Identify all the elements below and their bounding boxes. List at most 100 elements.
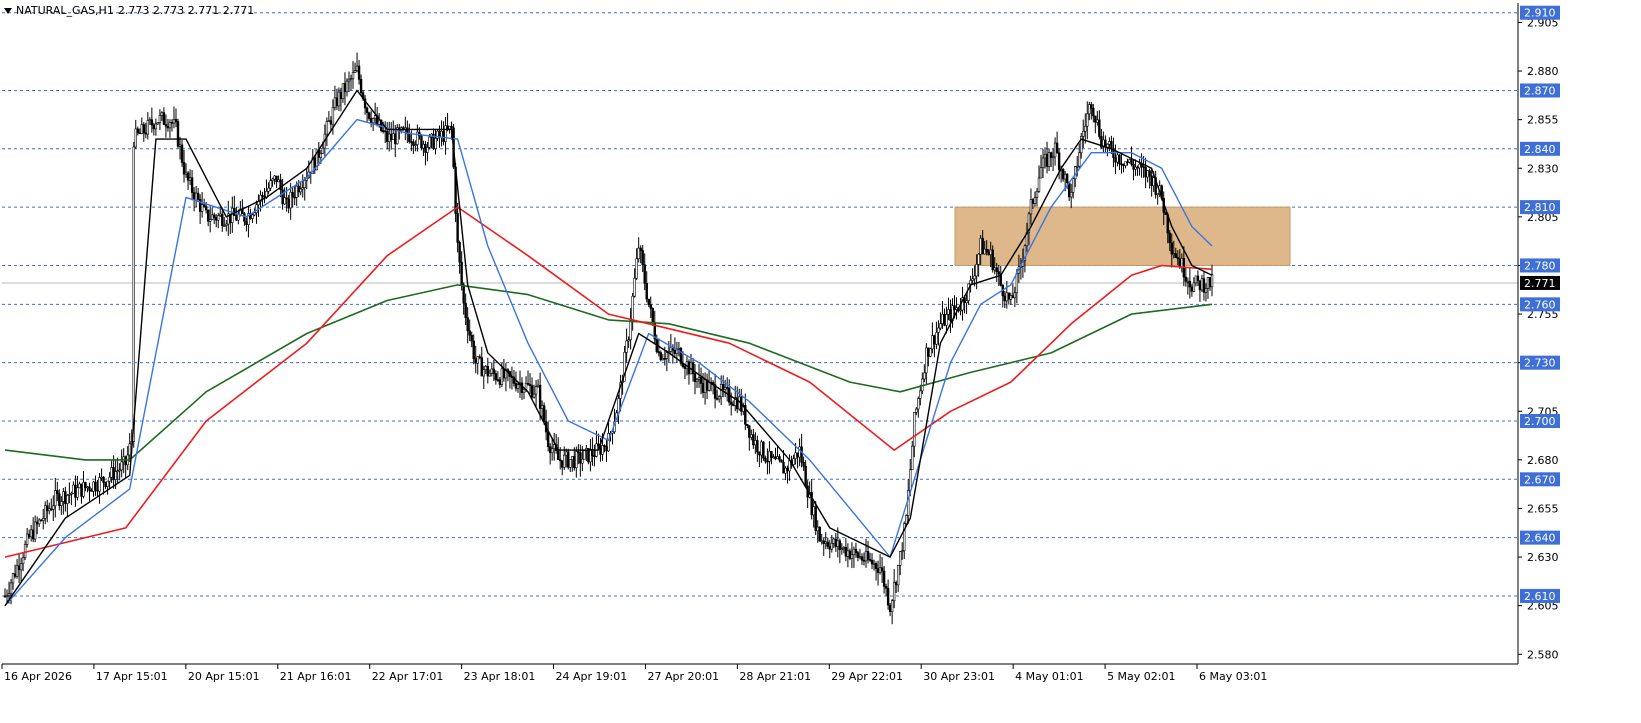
candle-body [482, 369, 485, 377]
candle-body [846, 550, 850, 557]
candle-body [90, 490, 93, 492]
candle-body [180, 144, 184, 163]
price-chart[interactable]: 2.9052.8802.8552.8302.8052.7802.7552.730… [0, 0, 1641, 719]
candle-body [649, 304, 652, 309]
candle-body [204, 206, 208, 211]
candle-body [886, 588, 890, 606]
candle-body [663, 358, 667, 360]
candle-body [1088, 104, 1091, 115]
candle-body [440, 130, 443, 138]
candle-body [1134, 166, 1137, 170]
candle-body [472, 340, 475, 359]
candle-body [178, 144, 182, 147]
candle-body [695, 379, 699, 382]
candle-body [146, 119, 150, 135]
candle-body [158, 115, 162, 123]
y-tick-label: 2.630 [1527, 551, 1559, 564]
candle-body [217, 215, 220, 221]
candle-body [884, 586, 888, 589]
candle-body [971, 278, 974, 281]
candle-body [905, 515, 908, 525]
candle-body [661, 358, 665, 361]
candle-body [331, 107, 335, 125]
candle-body [778, 456, 781, 461]
candle-body [559, 459, 562, 462]
candle-body [1053, 142, 1057, 158]
candle-body [231, 207, 234, 223]
candle-body [156, 122, 160, 125]
candle-body [444, 125, 447, 142]
candle-body [1078, 152, 1081, 167]
candle-body [1043, 153, 1047, 159]
candle-body [412, 141, 415, 146]
candle-body [890, 600, 894, 612]
candle-body [1196, 275, 1200, 282]
candle-body [46, 505, 49, 512]
candle-body [856, 552, 860, 558]
candle-body [581, 458, 584, 464]
candle-body [80, 483, 83, 497]
candle-body [1184, 276, 1188, 282]
candle-body [1055, 142, 1059, 154]
candle-body [424, 144, 427, 153]
candle-body [31, 529, 35, 540]
candle-body [106, 480, 109, 487]
x-tick-label: 17 Apr 15:01 [96, 670, 168, 683]
candle-body [868, 559, 872, 561]
candle-body [287, 198, 290, 209]
candle-body [347, 78, 351, 82]
candle-body [647, 298, 650, 305]
candle-body [82, 482, 85, 497]
candle-body [237, 214, 240, 221]
candle-body [1051, 156, 1055, 159]
candle-body [263, 195, 266, 198]
candle-body [428, 136, 431, 148]
candle-body [707, 381, 711, 391]
candle-body [723, 386, 727, 390]
candle-body [1124, 161, 1127, 167]
candle-body [981, 237, 984, 255]
candle-body [1148, 170, 1151, 177]
candle-body [74, 484, 77, 498]
candle-body [550, 448, 554, 454]
candle-body [327, 120, 331, 122]
candle-body [635, 258, 638, 279]
candle-body [750, 434, 753, 438]
candle-body [812, 506, 815, 516]
candle-body [786, 467, 789, 472]
candle-body [484, 365, 487, 370]
x-tick-label: 20 Apr 15:01 [188, 670, 260, 683]
candle-body [170, 122, 174, 124]
candle-body [945, 314, 948, 326]
candle-body [643, 264, 646, 284]
y-tick-label: 2.830 [1527, 162, 1559, 175]
candle-body [112, 467, 115, 481]
candle-body [631, 295, 634, 321]
candle-body [1045, 153, 1049, 167]
candle-body [633, 277, 636, 297]
candle-body [271, 178, 274, 181]
candle-body [116, 470, 119, 473]
collapse-triangle-icon[interactable] [4, 7, 12, 14]
candle-body [140, 124, 143, 135]
candle-body [567, 451, 570, 468]
candle-body [818, 526, 821, 542]
level-label: 2.670 [1524, 473, 1556, 486]
y-tick-label: 2.855 [1527, 114, 1559, 127]
candle-body [909, 469, 912, 491]
zone-layer [954, 206, 1291, 266]
candle-body [206, 209, 210, 222]
candle-body [522, 389, 526, 393]
candle-body [796, 452, 799, 458]
level-label: 2.910 [1524, 7, 1556, 20]
y-tick-label: 2.680 [1527, 454, 1559, 467]
candle-body [235, 215, 238, 221]
candle-body [345, 80, 349, 93]
candle-body [1170, 242, 1173, 255]
candle-body [573, 456, 576, 469]
candle-body [1138, 163, 1141, 169]
candle-body [299, 188, 302, 193]
candle-body [754, 440, 757, 446]
candle-body [462, 284, 465, 304]
candle-body [935, 332, 938, 345]
